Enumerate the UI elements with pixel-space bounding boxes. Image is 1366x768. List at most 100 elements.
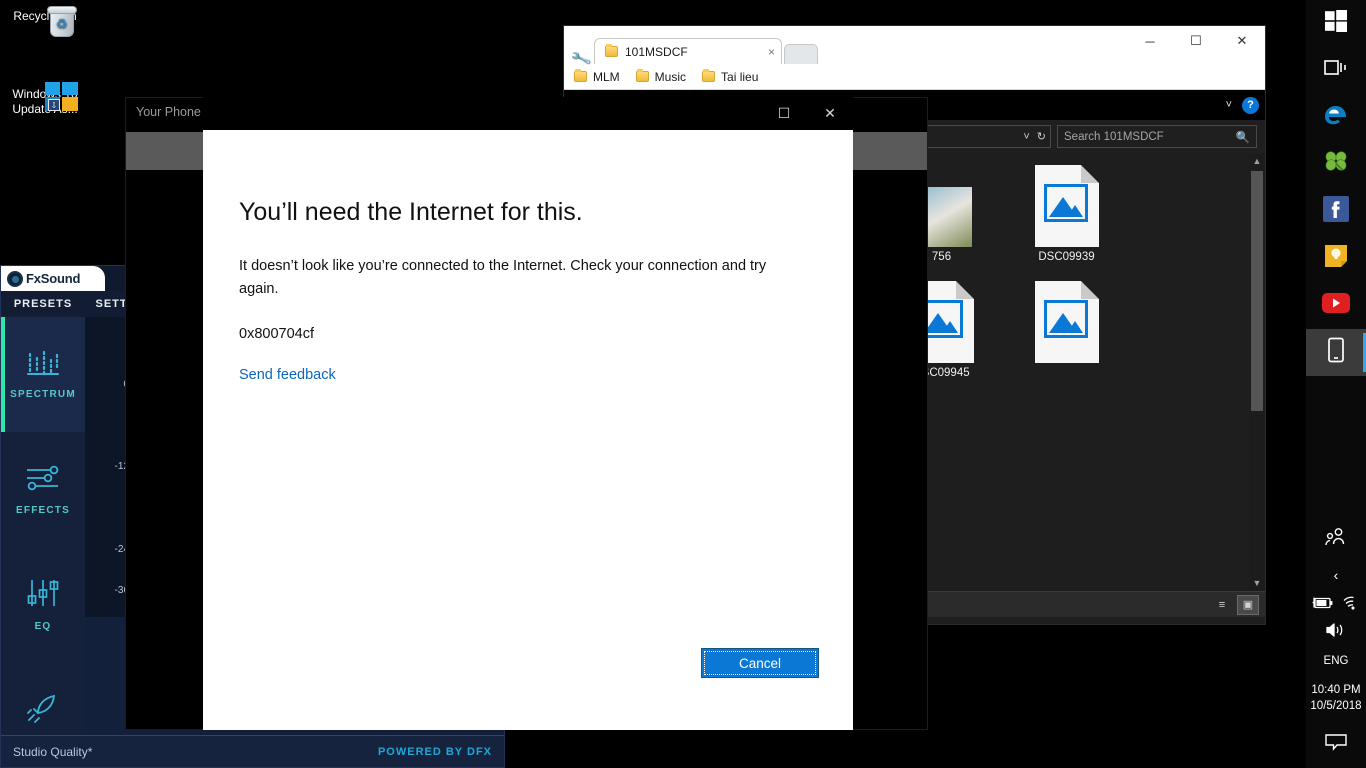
tray-volume-row <box>1306 618 1366 646</box>
sticky-notes-button[interactable] <box>1306 235 1366 282</box>
fxsound-nav-label: EFFECTS <box>16 504 70 516</box>
help-icon[interactable]: ? <box>1242 96 1259 114</box>
fxsound-tab-presets[interactable]: PRESETS <box>1 291 85 317</box>
language-indicator: ENG <box>1323 655 1349 667</box>
youtube-button[interactable] <box>1306 282 1366 329</box>
explorer-titlebar[interactable]: 🔧 101MSDCF × ─ ☐ ✕ <box>564 26 1265 71</box>
explorer-tab-101msdcf[interactable]: 101MSDCF × <box>594 38 782 64</box>
dialog-close-button[interactable]: ✕ <box>807 97 853 130</box>
list-item[interactable] <box>1004 277 1129 393</box>
desktop-icon-windows-update-assistant[interactable]: ⇩ Windows 10 Update As... <box>0 82 90 117</box>
dialog-actions: Cancel <box>701 648 819 678</box>
search-placeholder: Search 101MSDCF <box>1064 130 1164 143</box>
clover-button[interactable] <box>1306 141 1366 188</box>
youtube-icon <box>1322 293 1350 318</box>
fxsound-powered-label: POWERED BY DFX <box>377 745 492 758</box>
dialog-titlebar[interactable]: ☐ ✕ <box>203 97 853 130</box>
your-phone-toolbar-right <box>849 132 927 170</box>
clover-icon <box>1323 149 1349 180</box>
file-thumbnail <box>1034 161 1099 247</box>
action-center-icon[interactable] <box>1324 732 1348 757</box>
people-icon[interactable] <box>1324 527 1348 552</box>
scrollbar-thumb[interactable] <box>1251 171 1263 411</box>
close-tab-icon[interactable]: × <box>758 45 775 59</box>
edge-button[interactable] <box>1306 94 1366 141</box>
equalizer-icon <box>26 578 60 611</box>
edge-icon <box>1323 102 1349 133</box>
explorer-tabstrip: 101MSDCF × <box>594 38 818 64</box>
file-name: 756 <box>931 251 952 263</box>
system-tray: ‹ ENG 10:40 PM 10/5/2018 <box>1306 520 1366 768</box>
your-phone-taskbar-button[interactable] <box>1306 329 1366 376</box>
scroll-up-arrow-icon[interactable]: ▲ <box>1249 153 1265 169</box>
folder-icon <box>702 69 716 82</box>
tray-show-hidden-row: ‹ <box>1306 558 1366 592</box>
bookmark-music[interactable]: Music <box>635 69 687 84</box>
bookmark-label: MLM <box>593 69 620 84</box>
large-icons-view-icon[interactable]: ▣ <box>1237 594 1259 615</box>
taskbar: ‹ ENG 10:40 PM 10/5/2018 <box>1306 0 1366 768</box>
scroll-down-arrow-icon[interactable]: ▼ <box>1249 575 1265 591</box>
image-file-icon <box>1034 165 1099 247</box>
new-tab-button[interactable] <box>784 44 818 64</box>
windows-logo-icon <box>1325 10 1347 37</box>
sliders-icon <box>25 464 61 495</box>
cancel-button[interactable]: Cancel <box>701 648 819 678</box>
dialog-maximize-button[interactable]: ☐ <box>761 97 807 130</box>
maximize-button[interactable]: ☐ <box>1173 26 1219 56</box>
fxsound-nav: SPECTRUM EFFECTS EQ <box>1 317 85 747</box>
battery-charging-icon[interactable] <box>1312 596 1334 615</box>
chevron-left-icon[interactable]: ‹ <box>1334 567 1339 583</box>
search-icon: 🔍 <box>1235 131 1250 144</box>
fxsound-quality-label: Studio Quality* <box>13 744 93 759</box>
folder-icon <box>574 69 587 82</box>
fxsound-logo-label: FxSound <box>26 271 81 286</box>
clock-time: 10:40 PM <box>1311 684 1361 696</box>
fxsound-nav-label: EQ <box>34 620 52 632</box>
folder-icon <box>635 69 649 82</box>
bookmark-label: Music <box>654 69 687 84</box>
tray-language-row[interactable]: ENG <box>1306 646 1366 676</box>
sticky-note-icon <box>1324 244 1348 273</box>
start-button[interactable] <box>1306 0 1366 47</box>
tray-people-row <box>1306 520 1366 558</box>
minimize-button[interactable]: ─ <box>1127 26 1173 56</box>
dialog-error-code: 0x800704cf <box>239 326 314 342</box>
send-feedback-link[interactable]: Send feedback <box>239 367 336 383</box>
tray-action-center-row <box>1306 720 1366 768</box>
close-button[interactable]: ✕ <box>1219 26 1265 56</box>
chevron-down-icon[interactable]: ˅ <box>1023 131 1029 143</box>
vertical-scrollbar[interactable]: ▲ ▼ <box>1249 153 1265 591</box>
fxsound-footer: Studio Quality* POWERED BY DFX <box>1 735 504 767</box>
explorer-ribbon-controls: ˅ ? <box>1226 90 1259 120</box>
image-file-icon <box>1034 281 1099 363</box>
list-item[interactable]: DSC09939 <box>1004 161 1129 277</box>
clock-date: 10/5/2018 <box>1310 700 1362 712</box>
fxsound-nav-effects[interactable]: EFFECTS <box>1 432 85 547</box>
desktop-screen: ♻ Recycle Bin ⇩ Windows 10 Update As... … <box>0 0 1366 768</box>
tray-clock[interactable]: 10:40 PM 10/5/2018 <box>1306 676 1366 720</box>
bookmark-tai-lieu[interactable]: Tai lieu <box>702 69 758 84</box>
bookmark-mlm[interactable]: MLM <box>574 69 620 84</box>
details-view-icon[interactable]: ≡ <box>1211 595 1233 615</box>
desktop-icon-recycle-bin[interactable]: ♻ Recycle Bin <box>0 4 90 37</box>
your-phone-toolbar-left <box>126 132 204 170</box>
volume-icon[interactable] <box>1325 622 1347 643</box>
facebook-icon <box>1323 196 1349 227</box>
your-phone-title: Your Phone <box>136 105 201 119</box>
fxsound-nav-label: SPECTRUM <box>10 388 76 400</box>
facebook-button[interactable] <box>1306 188 1366 235</box>
fxsound-nav-spectrum[interactable]: SPECTRUM <box>1 317 85 432</box>
file-name: DSC09939 <box>1038 251 1095 263</box>
dialog-heading: You’ll need the Internet for this. <box>239 198 583 226</box>
folder-icon <box>605 44 618 57</box>
no-internet-dialog[interactable]: ☐ ✕ You’ll need the Internet for this. I… <box>203 97 853 730</box>
fxsound-nav-eq[interactable]: EQ <box>1 547 85 662</box>
fxsound-logo: FxSound <box>1 266 105 291</box>
search-input[interactable]: Search 101MSDCF 🔍 <box>1057 125 1257 148</box>
rocket-icon <box>26 693 60 726</box>
refresh-icon[interactable]: ↻ <box>1037 130 1046 143</box>
task-view-button[interactable] <box>1306 47 1366 94</box>
chevron-down-icon[interactable]: ˅ <box>1226 99 1232 111</box>
wifi-icon[interactable] <box>1342 596 1360 615</box>
